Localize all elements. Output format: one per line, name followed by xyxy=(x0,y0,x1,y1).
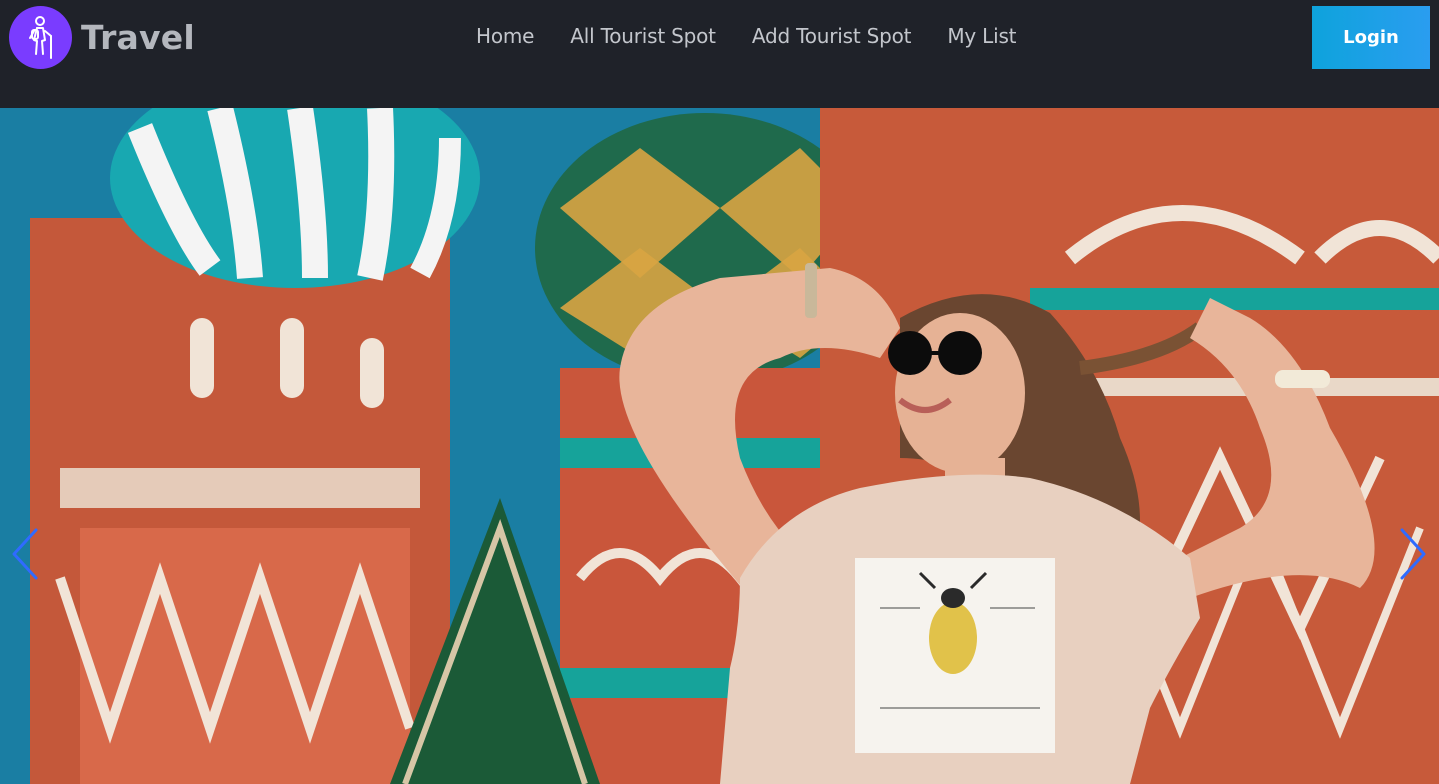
brand-link[interactable]: Travel xyxy=(9,6,195,69)
chevron-right-icon xyxy=(1400,528,1426,580)
brand-name: Travel xyxy=(81,18,195,57)
slider-prev-button[interactable] xyxy=(8,528,44,580)
nav-all-tourist-spot[interactable]: All Tourist Spot xyxy=(570,24,716,48)
main-nav: Home All Tourist Spot Add Tourist Spot M… xyxy=(476,24,1052,48)
nav-add-tourist-spot[interactable]: Add Tourist Spot xyxy=(752,24,912,48)
nav-home[interactable]: Home xyxy=(476,24,534,48)
navbar: Travel Home All Tourist Spot Add Tourist… xyxy=(0,0,1439,108)
hero-image xyxy=(0,108,1439,784)
slider-next-button[interactable] xyxy=(1394,528,1430,580)
hero-slider xyxy=(0,108,1439,784)
login-button[interactable]: Login xyxy=(1312,6,1430,69)
hiker-icon xyxy=(9,6,72,69)
nav-my-list[interactable]: My List xyxy=(947,24,1016,48)
chevron-left-icon xyxy=(12,528,38,580)
